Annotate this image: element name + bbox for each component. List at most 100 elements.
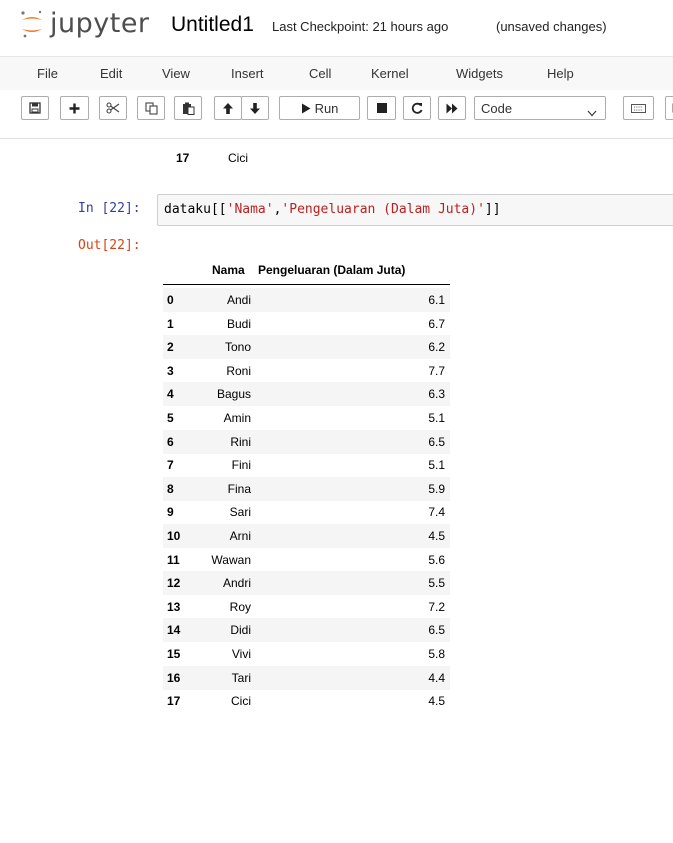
row-index: 17 [167, 694, 181, 709]
restart-icon [411, 102, 423, 114]
menu-widgets[interactable]: Widgets [456, 66, 503, 81]
table-row: 3 Roni 7.7 [163, 359, 450, 383]
cell-pengeluaran: 6.2 [428, 340, 445, 355]
table-row: 13 Roy 7.2 [163, 595, 450, 619]
notebook-title[interactable]: Untitled1 [171, 13, 254, 37]
row-index: 13 [167, 599, 181, 614]
save-button[interactable] [21, 96, 49, 120]
arrow-up-icon [222, 102, 234, 115]
row-index: 4 [167, 387, 174, 402]
cell-nama: Roy [229, 599, 251, 614]
cell-pengeluaran: 6.7 [428, 316, 445, 331]
cell-nama: Roni [226, 363, 251, 378]
move-down-button[interactable] [241, 96, 269, 120]
insert-cell-button[interactable] [60, 96, 89, 120]
cell-nama: Didi [230, 623, 251, 638]
cell-pengeluaran: 5.8 [428, 647, 445, 661]
code-input[interactable]: dataku[['Nama','Pengeluaran (Dalam Juta)… [157, 194, 673, 226]
row-index: 8 [167, 481, 174, 496]
restart-run-all-button[interactable] [438, 96, 466, 120]
table-header-pengeluaran: Pengeluaran (Dalam Juta) [258, 263, 406, 277]
row-index: 16 [167, 670, 181, 685]
table-row: 10 Arni 4.5 [163, 524, 450, 548]
keyboard-icon [631, 103, 646, 113]
cell-nama: Arni [229, 529, 251, 543]
jupyter-logo[interactable]: jupyter [20, 9, 150, 39]
cell-pengeluaran: 6.5 [428, 434, 445, 449]
table-row: 15 Vivi 5.8 [163, 642, 450, 666]
row-index: 1 [167, 316, 174, 331]
cell-nama: Bagus [216, 387, 251, 402]
row-index: 14 [167, 623, 181, 638]
cell-nama: Wawan [211, 552, 251, 567]
stop-icon [376, 103, 387, 113]
cell-pengeluaran: 7.4 [428, 505, 445, 520]
code-string-nama: 'Nama' [226, 202, 274, 217]
previous-output-index: 17 [176, 151, 190, 165]
menu-kernel[interactable]: Kernel [371, 66, 409, 81]
cell-type-select[interactable]: Code [474, 96, 606, 120]
cell-nama: Vivi [231, 647, 251, 661]
input-prompt: In [22]: [78, 201, 141, 216]
move-up-button[interactable] [214, 96, 242, 120]
cell-pengeluaran: 6.5 [428, 623, 445, 638]
table-row: 8 Fina 5.9 [163, 476, 450, 501]
cut-button[interactable] [99, 96, 127, 120]
interrupt-kernel-button[interactable] [367, 96, 396, 120]
cell-pengeluaran: 4.5 [428, 694, 445, 709]
arrow-down-icon [249, 102, 261, 115]
cell-pengeluaran: 4.5 [428, 529, 445, 543]
row-index: 6 [167, 434, 174, 449]
jupyter-logo-icon [20, 9, 44, 39]
row-index: 15 [167, 647, 181, 661]
copy-icon [144, 101, 158, 115]
paste-button[interactable] [174, 96, 202, 120]
row-index: 10 [167, 529, 181, 543]
save-icon [29, 102, 41, 114]
toolbar-overflow-button[interactable] [665, 96, 673, 120]
cell-pengeluaran: 5.9 [428, 481, 445, 496]
copy-button[interactable] [137, 96, 165, 120]
menu-cell[interactable]: Cell [309, 66, 331, 81]
cell-nama: Fina [227, 481, 251, 496]
chevron-down-icon [587, 105, 597, 120]
run-button[interactable]: Run [279, 96, 360, 120]
toolbar: Run Code [0, 90, 673, 139]
menu-file[interactable]: File [37, 66, 58, 81]
row-index: 0 [167, 293, 174, 307]
menu-insert[interactable]: Insert [231, 66, 264, 81]
cell-nama: Fini [231, 458, 251, 473]
cell-pengeluaran: 7.2 [428, 599, 445, 614]
previous-output-nama: Cici [228, 151, 248, 165]
notebook-container: 17 Cici In [22]: dataku[['Nama','Pengelu… [0, 139, 673, 843]
table-row: 17 Cici 4.5 [163, 689, 450, 713]
cell-nama: Tono [224, 340, 251, 355]
cell-pengeluaran: 4.4 [428, 670, 445, 685]
table-row: 0 Andi 6.1 [163, 288, 450, 312]
row-index: 11 [167, 552, 180, 567]
menu-view[interactable]: View [162, 66, 190, 81]
table-row: 7 Fini 5.1 [163, 453, 450, 477]
row-index: 12 [167, 576, 181, 591]
cell-type-value: Code [481, 101, 513, 116]
fast-forward-icon [446, 103, 458, 114]
cell-nama: Tari [231, 670, 251, 685]
code-suffix: ]] [484, 202, 501, 217]
menu-edit[interactable]: Edit [100, 66, 122, 81]
cell-nama: Andri [222, 576, 251, 591]
cell-nama: Andi [226, 293, 251, 307]
table-row: 5 Amin 5.1 [163, 406, 450, 430]
cell-nama: Sari [229, 505, 251, 520]
code-line: dataku[['Nama','Pengeluaran (Dalam Juta)… [164, 202, 501, 217]
table-row: 9 Sari 7.4 [163, 500, 450, 524]
cell-nama: Rini [230, 434, 251, 449]
table-row: 4 Bagus 6.3 [163, 382, 450, 407]
row-index: 7 [167, 458, 174, 473]
code-prefix: dataku[[ [164, 202, 227, 217]
menu-help[interactable]: Help [547, 66, 574, 81]
cut-icon [106, 102, 120, 114]
cell-pengeluaran: 6.1 [428, 293, 445, 307]
cell-pengeluaran: 6.3 [428, 387, 445, 402]
command-palette-button[interactable] [623, 96, 654, 120]
restart-kernel-button[interactable] [403, 96, 431, 120]
